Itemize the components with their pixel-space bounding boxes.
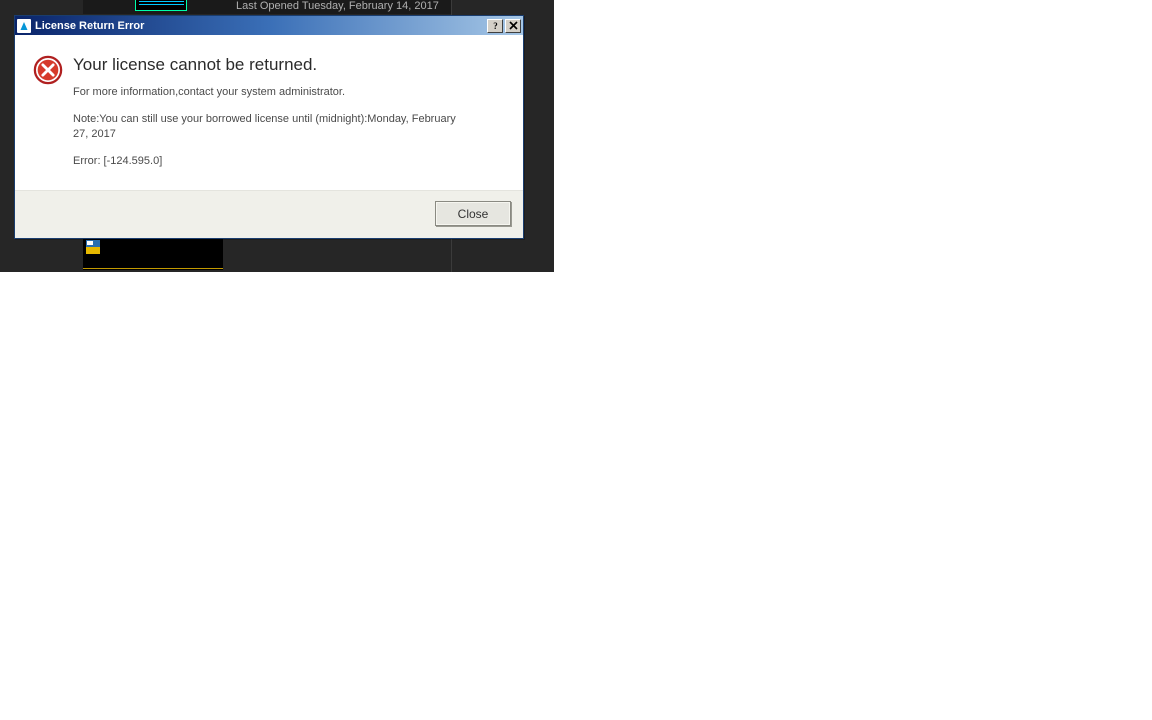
dialog-titlebar[interactable]: License Return Error ? <box>15 16 523 35</box>
dialog-title: License Return Error <box>35 20 144 32</box>
thumbnail-content <box>139 1 184 5</box>
error-note: Note:You can still use your borrowed lic… <box>73 112 473 142</box>
dialog-body: Your license cannot be returned. For mor… <box>15 35 523 190</box>
file-thumbnail-2[interactable] <box>83 237 223 270</box>
close-button-label: Close <box>458 207 489 221</box>
svg-text:?: ? <box>493 21 498 30</box>
error-info: For more information,contact your system… <box>73 85 473 100</box>
help-button[interactable]: ? <box>487 19 503 33</box>
dialog-footer: Close <box>15 190 523 238</box>
license-error-dialog: License Return Error ? Your license cann… <box>14 15 524 239</box>
thumbnail-underline <box>83 268 223 269</box>
error-code: Error: [-124.595.0] <box>73 154 473 169</box>
close-button[interactable]: Close <box>435 201 511 226</box>
file-icon <box>86 240 100 254</box>
error-heading: Your license cannot be returned. <box>73 55 505 75</box>
error-icon <box>33 55 63 90</box>
close-window-button[interactable] <box>505 19 521 33</box>
app-icon <box>17 19 31 33</box>
last-opened-text: Last Opened Tuesday, February 14, 2017 <box>236 0 439 12</box>
